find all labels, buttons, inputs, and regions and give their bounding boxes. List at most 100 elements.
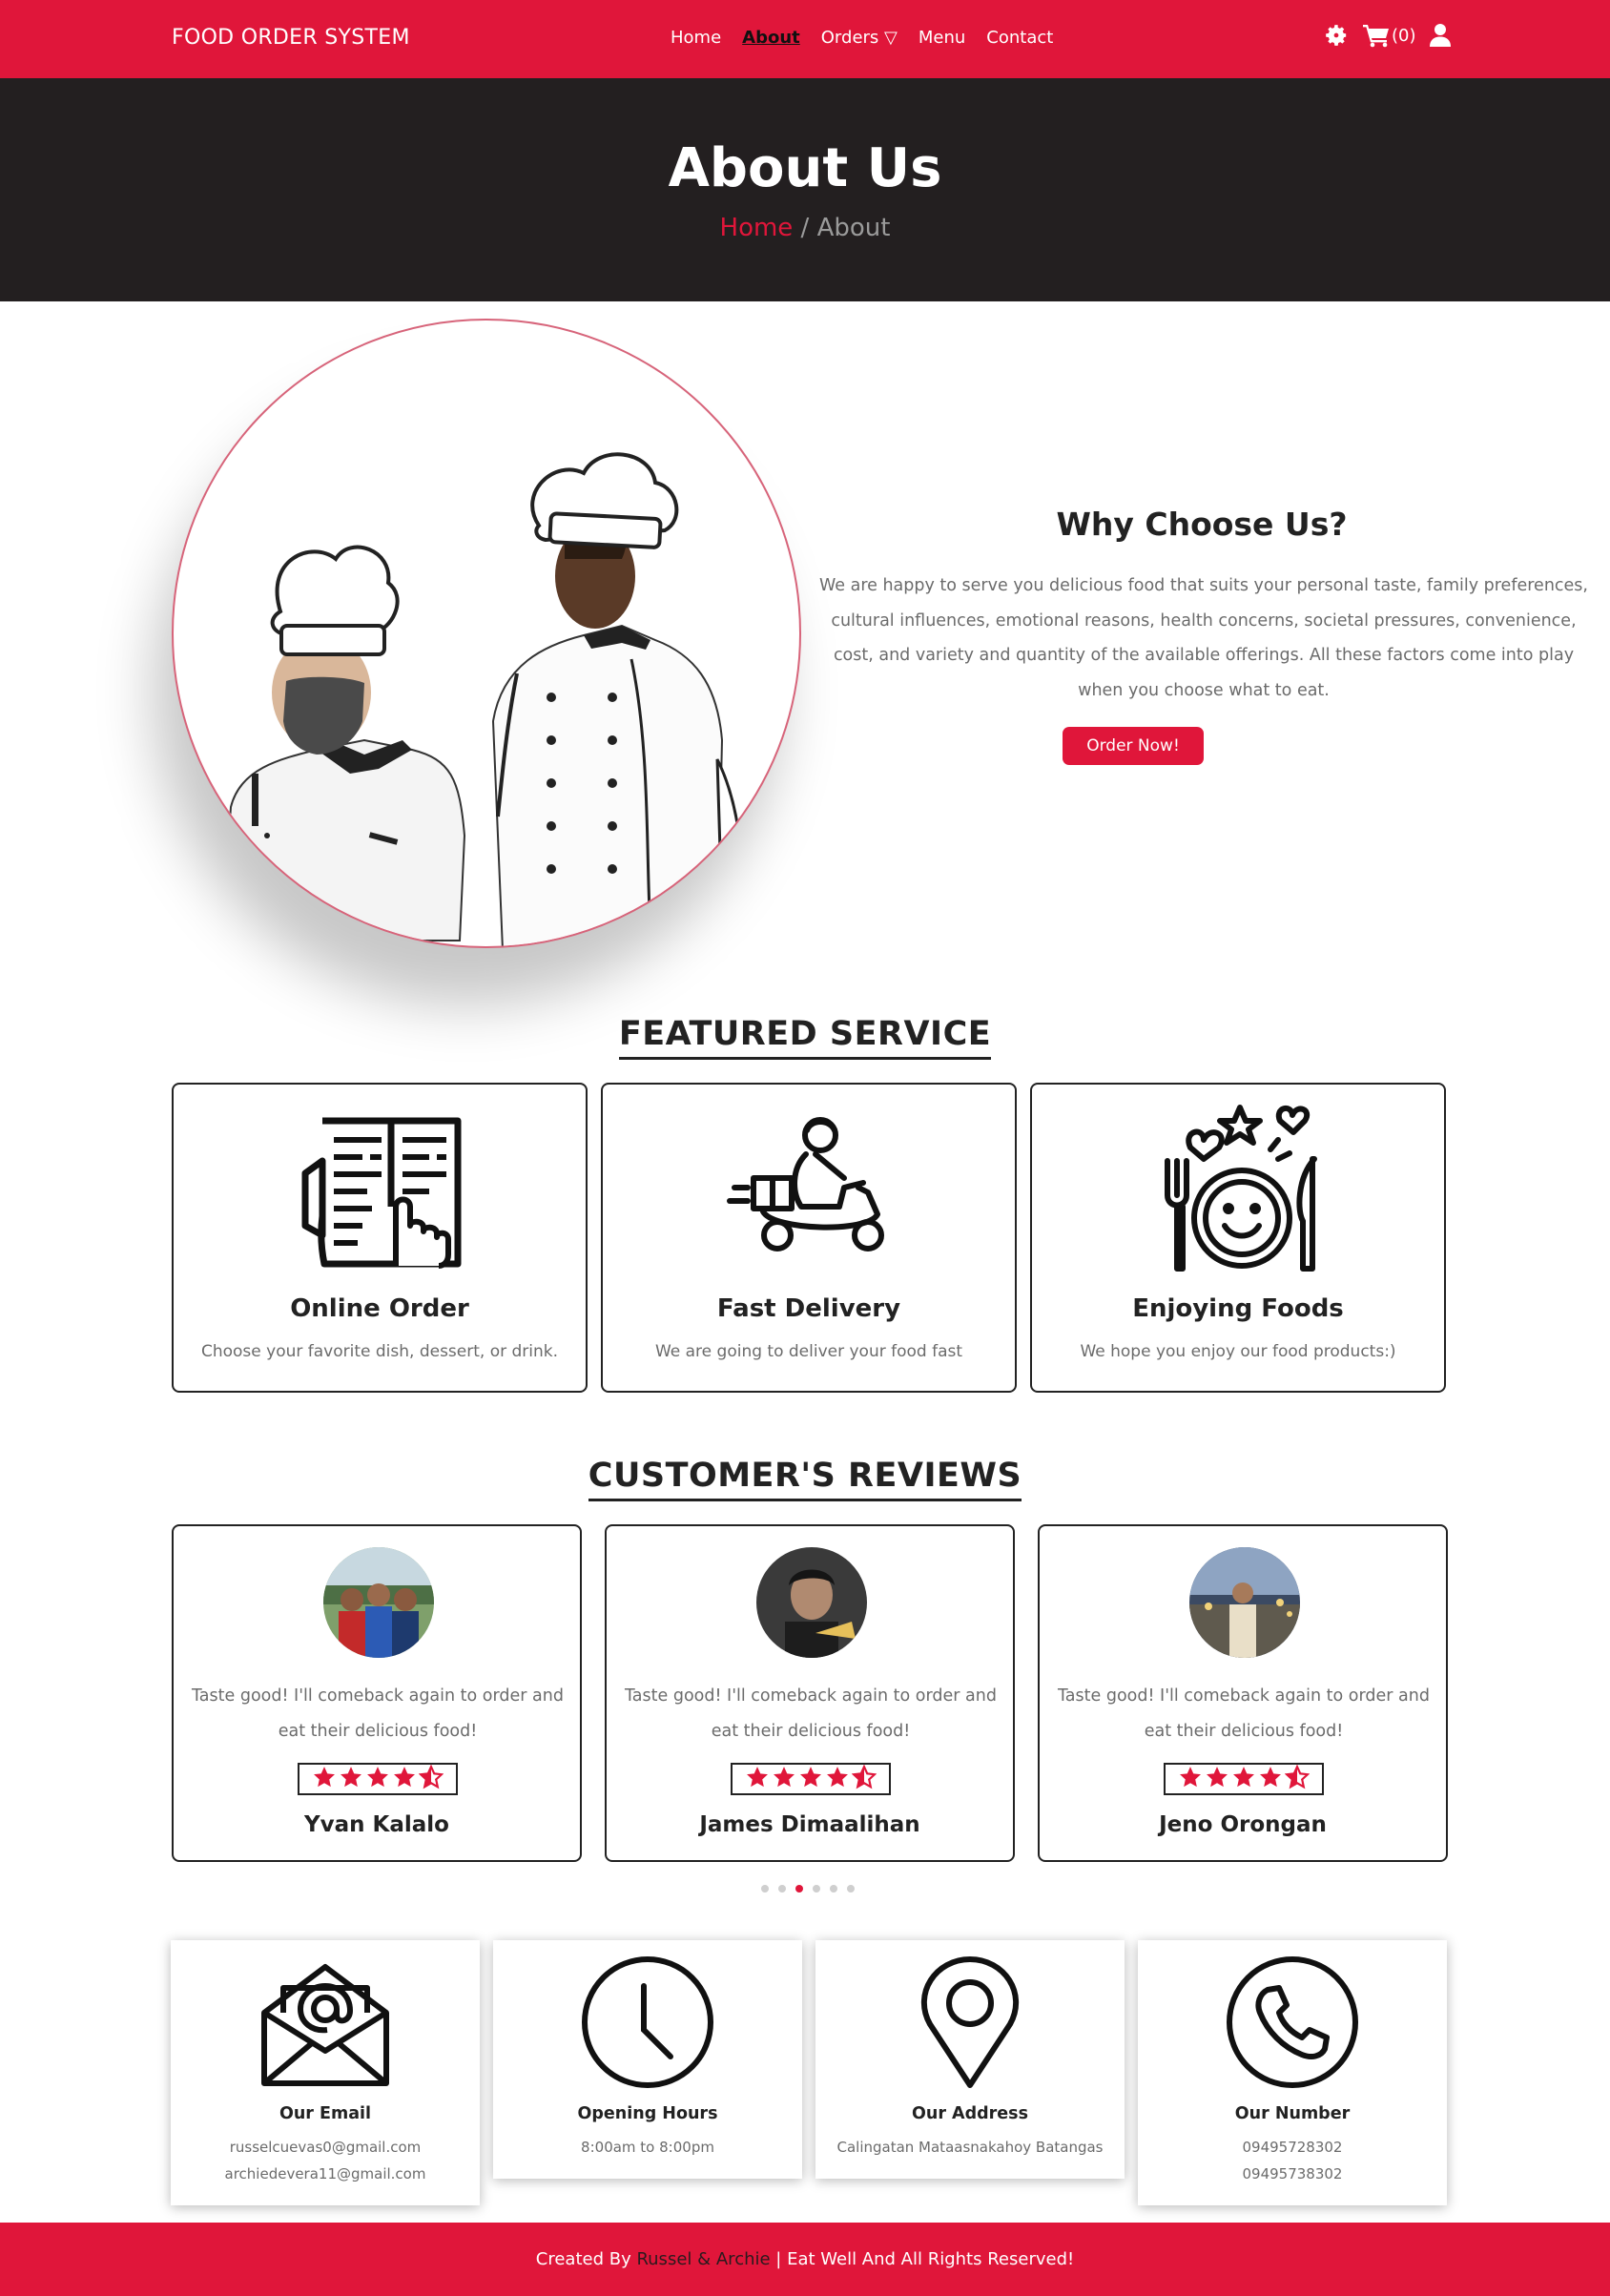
nav-link-orders[interactable]: Orders ▽: [821, 28, 898, 48]
star-icon: [365, 1765, 390, 1793]
star-icon: [772, 1765, 796, 1793]
footer-credits: Created By Russel & Archie | Eat Well An…: [0, 2249, 1610, 2269]
chef-left-figure: [219, 545, 466, 941]
service-description: We are going to deliver your food fast: [654, 1342, 963, 1361]
page-title: About Us: [668, 137, 942, 199]
service-card-enjoying-foods: Enjoying Foods We hope you enjoy our foo…: [1030, 1083, 1446, 1393]
delivery-scooter-icon: [727, 1117, 884, 1251]
email-address[interactable]: russelcuevas0@gmail.com: [171, 2139, 480, 2156]
service-title: Enjoying Foods: [1132, 1294, 1344, 1323]
navbar: FOOD ORDER SYSTEM Home About Orders ▽ Me…: [0, 0, 1610, 78]
cart-icon: [1363, 25, 1389, 48]
address-text: Calingatan Mataasnakahoy Batangas: [836, 2139, 1104, 2156]
opening-hours-text: 8:00am to 8:00pm: [581, 2139, 714, 2156]
contact-title: Our Number: [1234, 2104, 1351, 2123]
nav-link-contact[interactable]: Contact: [986, 28, 1053, 48]
contact-card-phone: Our Number 09495728302 09495738302: [1138, 1940, 1447, 2205]
cart-count: (0): [1392, 25, 1416, 46]
star-rating: [731, 1763, 891, 1795]
service-card-fast-delivery: Fast Delivery We are going to deliver yo…: [601, 1083, 1017, 1393]
breadcrumb-home-link[interactable]: Home: [720, 214, 794, 242]
review-text: Taste good! I'll comeback again to order…: [625, 1686, 997, 1741]
carousel-dot[interactable]: [778, 1885, 786, 1893]
carousel-dot[interactable]: [847, 1885, 855, 1893]
cart-button[interactable]: (0): [1362, 23, 1416, 48]
nav-links: Home About Orders ▽ Menu Contact: [671, 28, 1053, 48]
footer-authors: Russel & Archie: [636, 2249, 771, 2269]
star-icon: [392, 1765, 417, 1793]
nav-link-about[interactable]: About: [742, 28, 800, 48]
footer-prefix: Created By: [535, 2249, 637, 2269]
chef-right-figure: [491, 452, 744, 946]
why-choose-title: Why Choose Us?: [1056, 506, 1348, 543]
star-icon: [825, 1765, 850, 1793]
breadcrumb: Home / About: [0, 214, 1610, 242]
service-title: Fast Delivery: [716, 1294, 901, 1323]
carousel-dot[interactable]: [830, 1885, 837, 1893]
star-icon: [1258, 1765, 1283, 1793]
page-hero: About Us Home / About: [0, 78, 1610, 301]
service-description: We hope you enjoy our food products:): [1080, 1342, 1396, 1361]
service-description: Choose your favorite dish, dessert, or d…: [200, 1342, 559, 1361]
contact-title: Our Address: [912, 2104, 1028, 2123]
carousel-dot[interactable]: [813, 1885, 820, 1893]
carousel-dot-active[interactable]: [795, 1885, 803, 1893]
clock-icon: [582, 1956, 713, 2088]
carousel-dot[interactable]: [761, 1885, 769, 1893]
avatar: [1189, 1547, 1300, 1658]
email-icon: [261, 1964, 389, 2086]
email-address[interactable]: archiedevera11@gmail.com: [171, 2165, 480, 2182]
avatar: [323, 1547, 434, 1658]
contact-card-address: Our Address Calingatan Mataasnakahoy Bat…: [815, 1940, 1125, 2179]
nav-link-home[interactable]: Home: [671, 28, 721, 48]
half-star-icon: [418, 1764, 444, 1793]
nav-link-menu[interactable]: Menu: [919, 28, 965, 48]
breadcrumb-separator: /: [793, 214, 817, 242]
review-card: Taste good! I'll comeback again to order…: [172, 1524, 582, 1862]
order-now-button[interactable]: Order Now!: [1063, 727, 1204, 765]
half-star-icon: [851, 1764, 877, 1793]
contact-title: Our Email: [279, 2104, 372, 2123]
star-rating: [298, 1763, 458, 1795]
breadcrumb-current: About: [816, 214, 891, 242]
service-title: Online Order: [290, 1294, 469, 1323]
review-card: Taste good! I'll comeback again to order…: [1038, 1524, 1448, 1862]
star-icon: [1231, 1765, 1256, 1793]
nav-icons: (0): [1324, 23, 1451, 48]
carousel-pagination: [761, 1885, 855, 1893]
star-icon: [339, 1765, 363, 1793]
review-card: Taste good! I'll comeback again to order…: [605, 1524, 1015, 1862]
star-icon: [312, 1765, 337, 1793]
reviewer-name: Yvan Kalalo: [304, 1812, 449, 1837]
happy-plate-icon: [1165, 1105, 1317, 1272]
star-icon: [1178, 1765, 1203, 1793]
footer-suffix: | Eat Well And All Rights Reserved!: [770, 2249, 1075, 2269]
contact-card-email: Our Email russelcuevas0@gmail.com archie…: [171, 1940, 480, 2205]
customer-reviews-heading: CUSTOMER'S REVIEWS: [0, 1457, 1610, 1501]
half-star-icon: [1284, 1764, 1311, 1793]
contact-title: Opening Hours: [577, 2104, 718, 2123]
featured-service-heading: FEATURED SERVICE: [0, 1015, 1610, 1060]
phone-number[interactable]: 09495728302: [1138, 2139, 1447, 2156]
reviewer-name: Jeno Orongan: [1159, 1812, 1327, 1837]
service-card-online-order: Online Order Choose your favorite dish, …: [172, 1083, 588, 1393]
contact-card-hours: Opening Hours 8:00am to 8:00pm: [493, 1940, 802, 2179]
why-choose-text: We are happy to serve you delicious food…: [819, 576, 1588, 700]
settings-gear-icon[interactable]: [1324, 23, 1349, 48]
brand-logo[interactable]: FOOD ORDER SYSTEM: [172, 26, 410, 50]
review-text: Taste good! I'll comeback again to order…: [192, 1686, 564, 1741]
chefs-photo: [172, 319, 801, 948]
star-icon: [798, 1765, 823, 1793]
reviewer-name: James Dimaalihan: [699, 1812, 920, 1837]
phone-icon: [1227, 1956, 1358, 2088]
star-icon: [745, 1765, 770, 1793]
footer: Created By Russel & Archie | Eat Well An…: [0, 2223, 1610, 2296]
user-icon[interactable]: [1429, 23, 1451, 48]
customer-reviews-title: CUSTOMER'S REVIEWS: [588, 1457, 1022, 1501]
phone-number[interactable]: 09495738302: [1138, 2165, 1447, 2182]
star-icon: [1205, 1765, 1229, 1793]
avatar: [756, 1547, 867, 1658]
location-pin-icon: [921, 1956, 1019, 2088]
featured-service-title: FEATURED SERVICE: [618, 1015, 992, 1060]
menu-tap-icon: [301, 1117, 462, 1269]
